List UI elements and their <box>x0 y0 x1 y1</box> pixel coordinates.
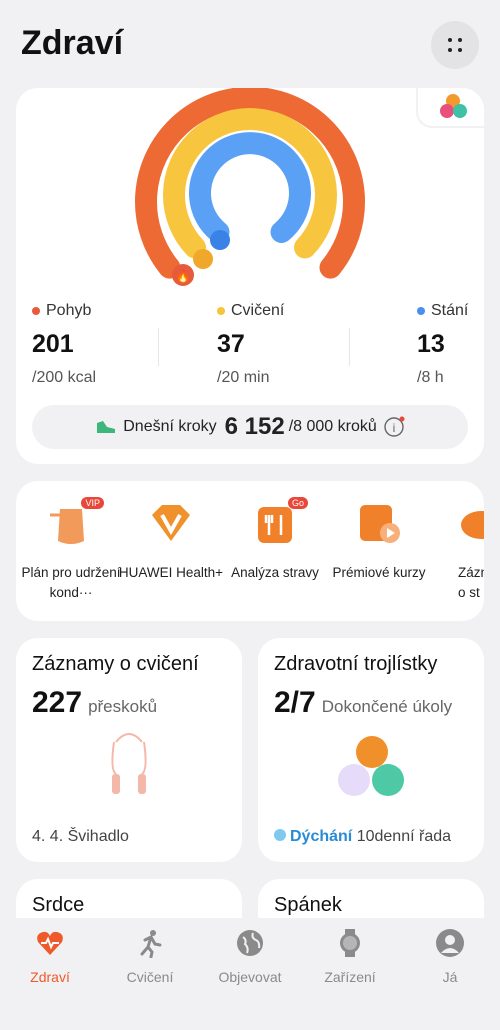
cutlery-icon: Go <box>252 497 308 547</box>
service-diet-analysis[interactable]: Go Analýza stravy <box>220 497 330 583</box>
service-records[interactable]: Zázn o st <box>428 501 484 603</box>
tile-title: Srdce <box>32 894 85 916</box>
fitness-plan-icon: VIP <box>48 497 104 547</box>
clovers-footer: Dýchání 10denní řada <box>274 828 451 846</box>
tab-health[interactable]: Zdraví <box>0 928 100 985</box>
activity-rings-card[interactable]: 🔥 Pohyb 201 /200 kcal Cvičení 37 /20 min… <box>16 88 484 464</box>
clover-icon <box>338 736 404 796</box>
page-title: Zdraví <box>21 24 124 62</box>
running-small-icon <box>193 249 213 269</box>
jump-rope-icon <box>111 733 147 794</box>
bowl-icon <box>458 501 484 547</box>
streak-label: 10denní řada <box>356 828 452 845</box>
shoe-icon <box>97 421 116 433</box>
header: Zdraví <box>0 0 500 88</box>
stand-label: Stání <box>431 302 469 319</box>
svg-text:🔥: 🔥 <box>176 269 191 283</box>
service-premium-courses[interactable]: Prémiové kurzy <box>324 501 434 583</box>
service-label: Plán pro udržení kond··· <box>21 565 121 600</box>
running-icon <box>140 930 162 959</box>
vip-badge: VIP <box>81 497 104 509</box>
bottom-tab-bar: Zdraví Cvičení Objevovat Zařízení Já <box>0 918 500 1030</box>
heart-icon <box>37 931 63 955</box>
breathing-label: Dýchání <box>290 828 353 845</box>
tab-exercise[interactable]: Cvičení <box>100 928 200 985</box>
info-icon[interactable]: i <box>383 416 405 438</box>
health-clovers-card[interactable]: Zdravotní trojlístky 2/7 Dokončené úkoly … <box>258 638 484 862</box>
divider <box>158 328 159 366</box>
activity-rings: 🔥 <box>135 88 365 286</box>
service-fitness-plan[interactable]: VIP Plán pro udržení kond··· <box>16 497 126 603</box>
more-menu-button[interactable] <box>431 21 479 69</box>
jumps-unit: přeskoků <box>88 697 158 716</box>
service-label: HUAWEI Health+ <box>118 565 224 580</box>
course-play-icon <box>356 501 402 547</box>
tab-label: Zdraví <box>30 969 70 985</box>
globe-icon <box>237 930 263 956</box>
tab-label: Cvičení <box>126 969 174 985</box>
stand-value: 13 <box>417 330 445 358</box>
watch-icon <box>340 929 360 957</box>
exercise-records-card[interactable]: Záznamy o cvičení 227 přeskoků 4. 4. Švih… <box>16 638 242 862</box>
stand-stat: Stání 13 /8 h <box>417 302 468 387</box>
stand-target: /8 h <box>417 369 444 386</box>
tile-title: Záznamy o cvičení <box>32 653 199 675</box>
clovers-unit: Dokončené úkoly <box>321 697 453 716</box>
clovers-value: 2/7 <box>274 686 316 719</box>
service-health-plus[interactable]: HUAWEI Health+ <box>116 501 226 583</box>
move-value: 201 <box>32 330 74 358</box>
tile-title: Zdravotní trojlístky <box>274 653 438 675</box>
move-label: Pohyb <box>46 302 92 319</box>
tab-discover[interactable]: Objevovat <box>200 928 300 985</box>
tab-devices[interactable]: Zařízení <box>300 928 400 985</box>
steps-target: /8 000 kroků <box>288 418 377 435</box>
daily-steps-bar[interactable]: Dnešní kroky 6 152 /8 000 kroků i <box>32 405 468 449</box>
standing-icon <box>210 230 230 250</box>
services-strip: VIP Plán pro udržení kond··· HUAWEI Heal… <box>16 481 484 621</box>
health-plus-icon <box>148 501 194 547</box>
service-label: Zázn o st <box>458 565 484 600</box>
exercise-label: Cvičení <box>231 302 285 319</box>
svg-text:i: i <box>392 421 395 435</box>
move-target: /200 kcal <box>32 369 97 386</box>
go-badge: Go <box>287 497 308 509</box>
tile-title: Spánek <box>274 894 342 916</box>
steps-value: 6 152 <box>224 413 285 440</box>
tab-label: Zařízení <box>324 969 376 985</box>
divider <box>349 328 350 366</box>
tab-label: Já <box>442 969 458 985</box>
tab-me[interactable]: Já <box>400 928 500 985</box>
steps-label: Dnešní kroky <box>123 418 217 435</box>
service-label: Analýza stravy <box>231 565 319 580</box>
service-label: Prémiové kurzy <box>332 565 426 580</box>
profile-icon <box>436 929 464 957</box>
exercise-footer: 4. 4. Švihadlo <box>32 828 129 845</box>
exercise-target: /20 min <box>217 369 270 386</box>
move-stat: Pohyb 201 /200 kcal <box>32 302 96 387</box>
exercise-value: 37 <box>217 330 245 358</box>
tab-label: Objevovat <box>218 969 282 985</box>
exercise-stat: Cvičení 37 /20 min <box>217 302 284 387</box>
jumps-value: 227 <box>32 686 83 719</box>
